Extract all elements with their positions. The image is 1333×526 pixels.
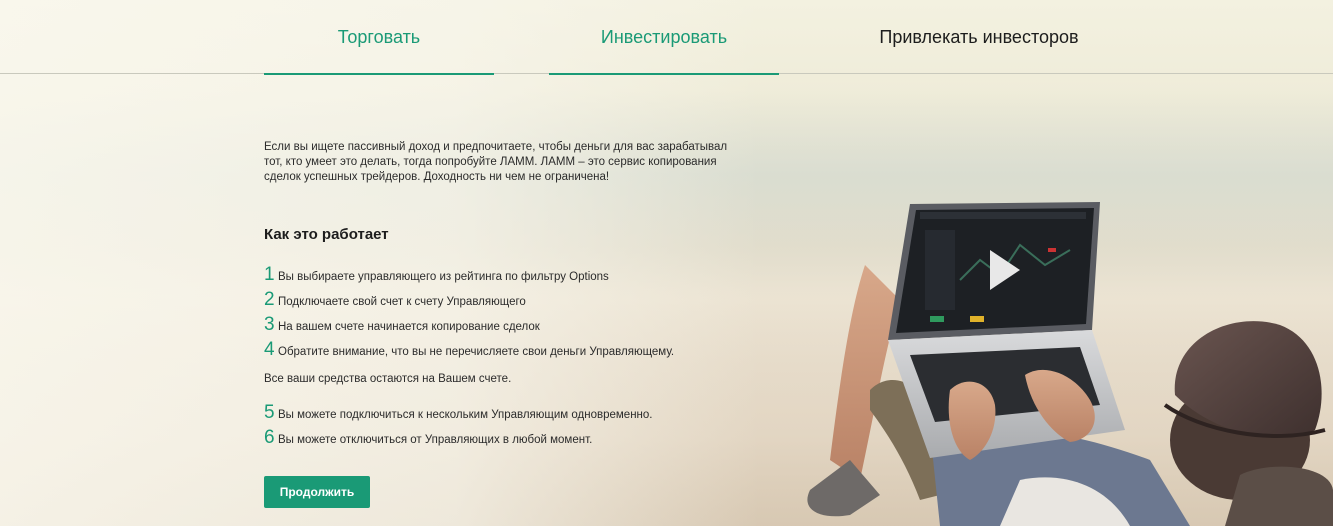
tab-trade-underline [264, 73, 494, 75]
screen-button-green [930, 316, 944, 322]
step-text: На вашем счете начинается копирование сд… [278, 321, 540, 333]
leg-left [830, 265, 900, 480]
step-number: 2 [264, 289, 275, 310]
step-3: 3 На вашем счете начинается копирование … [264, 314, 540, 336]
screen-button-yellow [970, 316, 984, 322]
tab-invest-label: Инвестировать [600, 26, 728, 47]
step-1: 1 Вы выбираете управляющего из рейтинга … [264, 264, 609, 286]
tab-trade[interactable]: Торговать [264, 0, 494, 75]
step-text: Вы можете подключиться к нескольким Упра… [278, 409, 653, 421]
shoe [807, 460, 880, 517]
how-it-works-title: Как это работает [264, 226, 389, 243]
step-6: 6 Вы можете отключиться от Управляющих в… [264, 427, 592, 449]
step-text: Обратите внимание, что вы не перечисляет… [278, 346, 675, 358]
backpack [1225, 466, 1333, 526]
step-number: 6 [264, 427, 275, 448]
intro-text: Если вы ищете пассивный доход и предпочи… [264, 141, 728, 183]
tab-trade-label: Торговать [337, 26, 421, 47]
tab-bar: Торговать Инвестировать Привлекать инвес… [0, 0, 1333, 75]
screen-toolbar [920, 212, 1086, 219]
step-text: Подключаете свой счет к счету Управляюще… [278, 296, 526, 308]
beach-laptop-photo [807, 202, 1333, 526]
funds-note: Все ваши средства остаются на Вашем счет… [264, 373, 512, 385]
step-number: 1 [264, 264, 275, 285]
step-number: 3 [264, 314, 275, 335]
step-5: 5 Вы можете подключиться к нескольким Уп… [264, 402, 653, 424]
step-2: 2 Подключаете свой счет к счету Управляю… [264, 289, 526, 311]
tab-invest[interactable]: Инвестировать [549, 0, 779, 75]
tab-invest-underline [549, 73, 779, 75]
step-text: Вы выбираете управляющего из рейтинга по… [278, 271, 609, 283]
step-text: Вы можете отключиться от Управляющих в л… [278, 434, 593, 446]
step-4: 4 Обратите внимание, что вы не перечисля… [264, 339, 674, 361]
tab-attract-investors-label: Привлекать инвесторов [879, 26, 1079, 47]
tab-attract-investors[interactable]: Привлекать инвесторов [834, 0, 1124, 74]
step-number: 4 [264, 339, 275, 360]
step-number: 5 [264, 402, 275, 423]
screen-panel [925, 230, 955, 310]
continue-button[interactable]: Продолжить [264, 476, 370, 508]
screen-marker-red [1048, 248, 1056, 252]
